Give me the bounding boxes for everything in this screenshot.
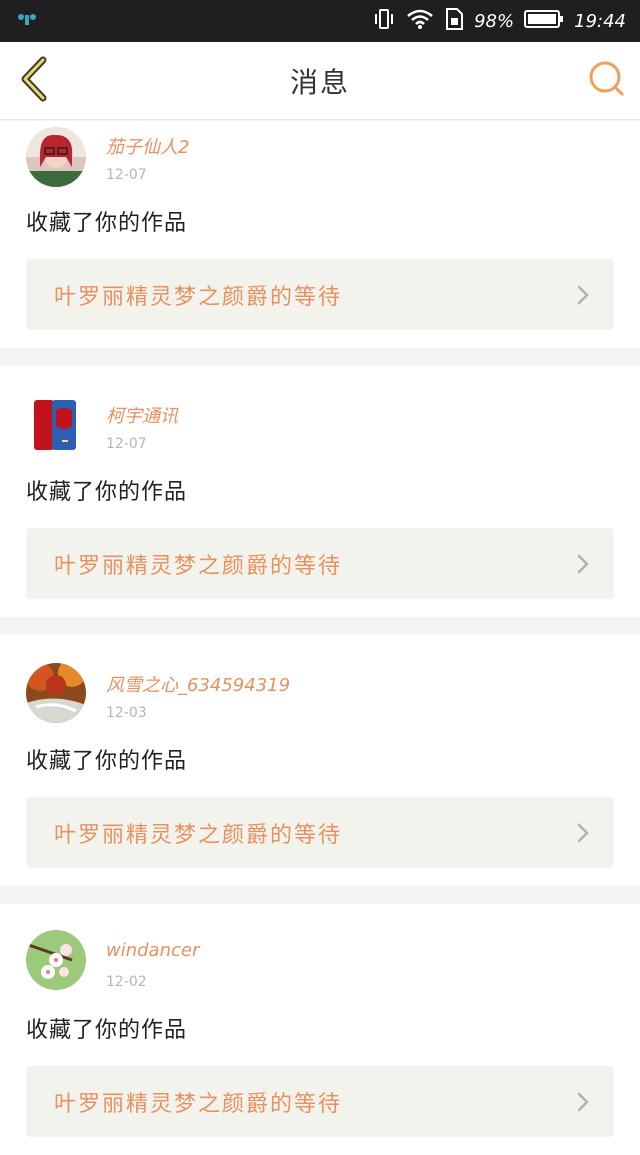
username[interactable]: windancer	[106, 940, 199, 961]
vibrate-icon	[372, 8, 396, 35]
work-title: 叶罗丽精灵梦之颜爵的等待	[54, 284, 343, 310]
battery-icon	[524, 9, 564, 34]
work-link[interactable]: 叶罗丽精灵梦之颜爵的等待	[26, 528, 614, 599]
work-link[interactable]: 叶罗丽精灵梦之颜爵的等待	[26, 259, 614, 330]
sim-icon	[444, 7, 464, 36]
message-card: 风雪之心_634594319 12-03 收藏了你的作品 叶罗丽精灵梦之颜爵的等…	[0, 635, 640, 886]
username[interactable]: 茄子仙人2	[106, 133, 189, 159]
message-card: 柯宇通讯 12-07 收藏了你的作品 叶罗丽精灵梦之颜爵的等待	[0, 366, 640, 617]
back-button[interactable]	[14, 56, 54, 106]
avatar[interactable]	[26, 127, 86, 187]
search-icon	[587, 59, 625, 101]
search-button[interactable]	[586, 60, 626, 100]
work-link[interactable]: 叶罗丽精灵梦之颜爵的等待	[26, 797, 614, 868]
chevron-right-icon	[576, 284, 590, 306]
page-title: 消息	[289, 66, 350, 99]
message-card: 茄子仙人2 12-07 收藏了你的作品 叶罗丽精灵梦之颜爵的等待	[0, 121, 640, 348]
action-text: 收藏了你的作品	[26, 480, 188, 505]
username[interactable]: 柯宇通讯	[106, 402, 178, 428]
message-date: 12-07	[106, 436, 147, 452]
message-card: windancer 12-02 收藏了你的作品 叶罗丽精灵梦之颜爵的等待	[0, 904, 640, 1155]
chevron-right-icon	[576, 822, 590, 844]
chevron-right-icon	[576, 1091, 590, 1113]
work-title: 叶罗丽精灵梦之颜爵的等待	[54, 822, 343, 848]
clock: 19:44	[574, 10, 626, 32]
chevron-left-icon	[17, 56, 51, 106]
action-text: 收藏了你的作品	[26, 1018, 188, 1043]
action-text: 收藏了你的作品	[26, 211, 188, 236]
work-title: 叶罗丽精灵梦之颜爵的等待	[54, 1091, 343, 1117]
message-date: 12-02	[106, 974, 147, 990]
avatar[interactable]	[26, 396, 86, 456]
status-bar: 98% 19:44	[0, 0, 640, 42]
message-date: 12-07	[106, 167, 147, 183]
work-title: 叶罗丽精灵梦之颜爵的等待	[54, 553, 343, 579]
avatar[interactable]	[26, 930, 86, 990]
top-navigation-bar: 消息	[0, 42, 640, 120]
avatar[interactable]	[26, 663, 86, 723]
battery-percent: 98%	[474, 10, 515, 32]
message-date: 12-03	[106, 705, 147, 721]
wifi-icon	[406, 8, 434, 35]
chevron-right-icon	[576, 553, 590, 575]
username[interactable]: 风雪之心_634594319	[106, 671, 290, 697]
notification-icon	[16, 11, 38, 31]
message-feed: 茄子仙人2 12-07 收藏了你的作品 叶罗丽精灵梦之颜爵的等待 柯宇通讯 12…	[0, 121, 640, 1155]
work-link[interactable]: 叶罗丽精灵梦之颜爵的等待	[26, 1066, 614, 1137]
action-text: 收藏了你的作品	[26, 749, 188, 774]
